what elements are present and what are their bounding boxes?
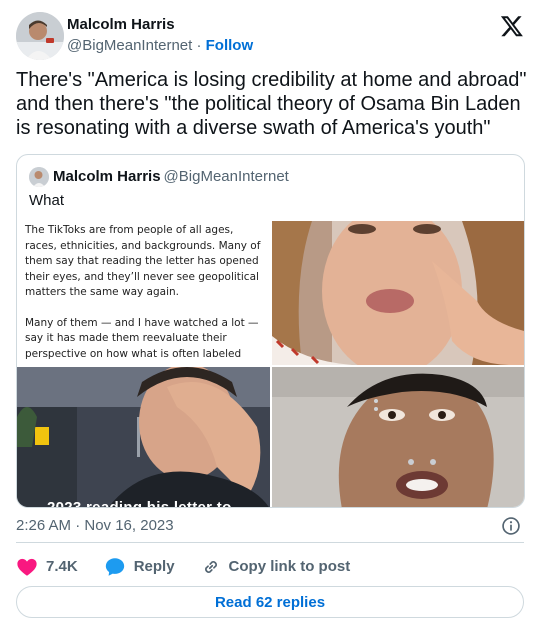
reply-bubble-icon <box>105 558 124 576</box>
like-button[interactable]: 7.4K <box>16 556 78 578</box>
info-icon[interactable] <box>501 516 521 536</box>
media-person-video-still[interactable] <box>272 367 524 507</box>
author-meta: @BigMeanInternet · Follow <box>67 36 253 56</box>
quoted-author-avatar <box>29 167 49 187</box>
author-avatar[interactable] <box>16 12 64 60</box>
author-info: Malcolm Harris @BigMeanInternet · Follow <box>67 15 253 56</box>
media-document-screenshot[interactable]: The TikToks are from people of all ages,… <box>17 221 270 365</box>
reply-button[interactable]: Reply <box>104 556 175 578</box>
copy-link-label: Copy link to post <box>228 558 351 575</box>
tweet-text: There's "America is losing credibility a… <box>16 69 533 139</box>
document-text: The TikToks are from people of all ages,… <box>25 223 265 365</box>
likes-count: 7.4K <box>46 558 78 575</box>
link-icon <box>204 561 217 573</box>
media-grid: The TikToks are from people of all ages,… <box>17 221 524 508</box>
separator-dot: · <box>196 37 202 54</box>
heart-icon <box>17 558 37 576</box>
author-name[interactable]: Malcolm Harris <box>67 15 253 35</box>
action-bar: 7.4K Reply Copy link to post <box>16 553 376 581</box>
reply-label: Reply <box>133 558 175 575</box>
media-man-video-still[interactable]: 2023 reading his letter to <box>17 367 270 508</box>
tweet-embed-card: Malcolm Harris @BigMeanInternet · Follow… <box>0 0 540 633</box>
quoted-author-name: Malcolm Harris @BigMeanInternet <box>53 168 289 186</box>
read-replies-button[interactable]: Read 62 replies <box>16 586 524 618</box>
quoted-tweet[interactable]: Malcolm Harris @BigMeanInternet What The … <box>16 154 525 508</box>
media-woman-video-still[interactable] <box>272 221 524 365</box>
divider <box>16 542 524 543</box>
copy-link-button[interactable]: Copy link to post <box>201 557 351 577</box>
tweet-header: Malcolm Harris @BigMeanInternet · Follow <box>16 12 524 60</box>
video-caption: 2023 reading his letter to <box>47 499 232 508</box>
tweet-timestamp[interactable]: 2:26 AM · Nov 16, 2023 <box>16 516 174 536</box>
follow-button[interactable]: Follow <box>206 37 254 54</box>
x-logo-icon[interactable] <box>500 14 524 38</box>
quoted-author-handle: @BigMeanInternet <box>163 168 289 185</box>
quoted-author-name-text: Malcolm Harris <box>53 168 161 185</box>
document-paragraph: Many of them — and I have watched a lot … <box>25 316 259 360</box>
author-handle[interactable]: @BigMeanInternet <box>67 37 192 54</box>
document-paragraph: The TikToks are from people of all ages,… <box>25 224 261 298</box>
quoted-tweet-text: What <box>29 192 65 209</box>
